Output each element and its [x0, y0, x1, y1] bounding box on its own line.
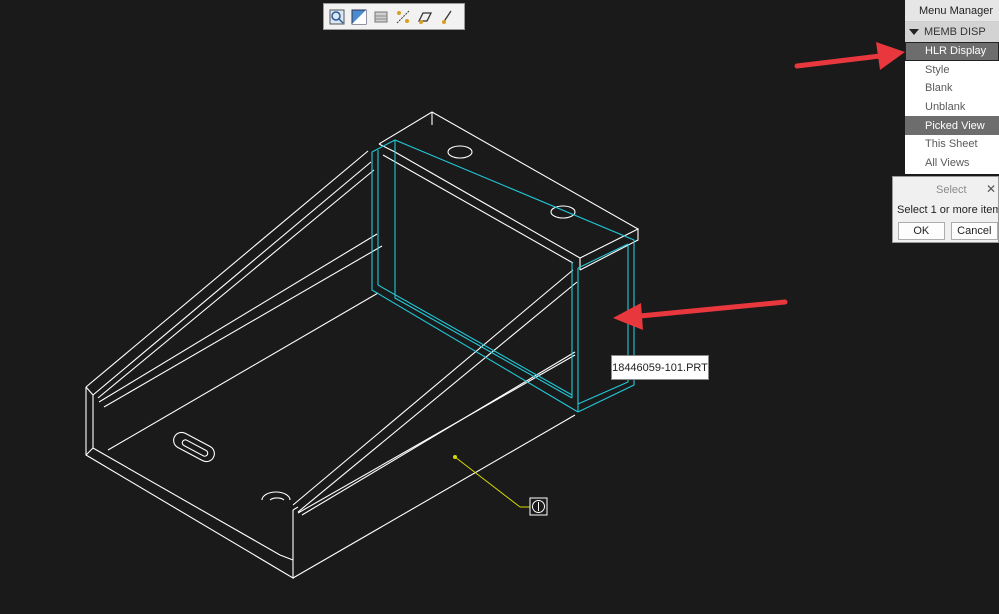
model-viewport[interactable] — [0, 0, 999, 614]
select-dialog-title: Select ✕ — [893, 177, 998, 202]
part-name-tooltip: 18446059-101.PRT — [611, 355, 709, 380]
collapse-arrow-icon[interactable] — [909, 29, 919, 35]
close-icon[interactable]: ✕ — [986, 182, 996, 196]
ok-button[interactable]: OK — [898, 222, 945, 240]
annotation-icon[interactable] — [415, 7, 435, 27]
red-arrow-to-part — [613, 299, 788, 330]
menu-item-this-sheet[interactable]: This Sheet — [905, 135, 999, 154]
memb-disp-header[interactable]: MEMB DISP — [905, 22, 999, 42]
section-label: MEMB DISP — [924, 26, 986, 38]
datum-display-icon[interactable] — [393, 7, 413, 27]
red-arrow-to-hlr — [794, 42, 905, 70]
view-style-icon[interactable] — [349, 7, 369, 27]
menu-item-all-views[interactable]: All Views — [905, 154, 999, 173]
menu-manager-title: Menu Manager — [905, 0, 999, 22]
annotation-leader — [453, 455, 548, 516]
graphics-toolbar — [323, 3, 465, 30]
menu-manager-panel: Menu Manager MEMB DISP HLR Display Style… — [905, 0, 999, 174]
zoom-icon[interactable] — [327, 7, 347, 27]
menu-item-unblank[interactable]: Unblank — [905, 98, 999, 117]
menu-item-blank[interactable]: Blank — [905, 79, 999, 98]
select-message: Select 1 or more items — [897, 204, 998, 216]
point-display-icon[interactable] — [437, 7, 457, 27]
menu-item-hlr-display[interactable]: HLR Display — [905, 42, 999, 61]
model-wireframe — [85, 111, 640, 579]
cancel-button[interactable]: Cancel — [950, 222, 998, 240]
menu-item-picked-view[interactable]: Picked View — [905, 116, 999, 135]
selected-part-edges[interactable] — [371, 139, 635, 413]
select-title-text: Select — [936, 183, 967, 196]
select-dialog: Select ✕ Select 1 or more items OK Cance… — [892, 176, 999, 243]
menu-item-style[interactable]: Style — [905, 61, 999, 80]
layer-icon[interactable] — [371, 7, 391, 27]
